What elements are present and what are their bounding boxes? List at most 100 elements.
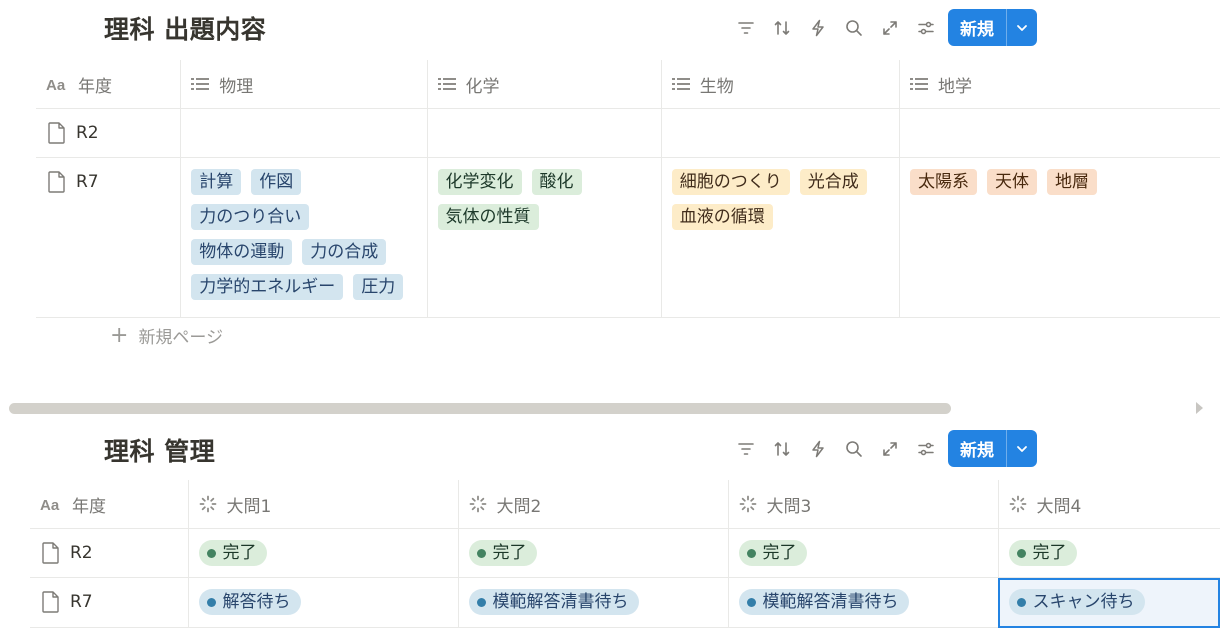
biology-cell[interactable]: 細胞のつくり 光合成 血液の循環 [660, 157, 900, 318]
lightning-icon[interactable] [800, 431, 836, 467]
tag-list: 太陽系 天体 地層 [909, 169, 1210, 204]
table-row[interactable]: R2 完了 完了 完了 完了 [30, 528, 1220, 578]
earth-cell[interactable]: 太陽系 天体 地層 [898, 157, 1220, 318]
status-cell-q2[interactable]: 模範解答清書待ち [457, 577, 728, 628]
new-button[interactable]: 新規 [948, 9, 1037, 46]
search-icon[interactable] [836, 10, 872, 46]
scroll-right-arrow-icon[interactable] [1196, 402, 1203, 414]
tag-list: 細胞のつくり 光合成 血液の循環 [671, 169, 889, 239]
status-badge: 完了 [1008, 540, 1077, 566]
row-title[interactable]: R7 [70, 592, 93, 612]
management-table: Aa 年度 大問1 大問2 大問3 大問4 R2 完了 完了 完了 完了 R7 … [30, 480, 1220, 628]
column-header-q4[interactable]: 大問4 [997, 480, 1220, 529]
page-icon [48, 171, 66, 193]
tag: 細胞のつくり [671, 169, 790, 195]
column-header-year[interactable]: Aa 年度 [30, 480, 188, 529]
row-title[interactable]: R2 [70, 543, 93, 563]
row-title-cell[interactable]: R2 [30, 528, 188, 578]
column-header-q1[interactable]: 大問1 [187, 480, 458, 529]
status-badge: 解答待ち [198, 589, 301, 615]
status-dot-icon [476, 597, 486, 607]
earth-cell[interactable] [898, 108, 1220, 158]
settings-sliders-icon[interactable] [908, 431, 944, 467]
aa-text-icon: Aa [40, 497, 62, 511]
search-icon[interactable] [836, 431, 872, 467]
row-title-cell[interactable]: R7 [30, 577, 188, 628]
column-header-earth[interactable]: 地学 [898, 60, 1220, 109]
tag: 太陽系 [909, 169, 977, 195]
list-icon [191, 76, 210, 92]
settings-sliders-icon[interactable] [908, 10, 944, 46]
column-label: 大問2 [496, 496, 542, 517]
biology-cell[interactable] [660, 108, 900, 158]
row-title-cell[interactable]: R2 [36, 108, 181, 158]
sort-icon[interactable] [764, 431, 800, 467]
column-header-biology[interactable]: 生物 [660, 60, 900, 109]
table-row[interactable]: R7 解答待ち 模範解答清書待ち 模範解答清書待ち スキャン待ち [30, 577, 1220, 628]
sort-icon[interactable] [764, 10, 800, 46]
table-row[interactable]: R2 [36, 108, 1220, 158]
status-badge: 完了 [468, 540, 537, 566]
tag: 酸化 [531, 169, 582, 195]
column-header-q2[interactable]: 大問2 [457, 480, 728, 529]
status-cell-q1[interactable]: 解答待ち [187, 577, 458, 628]
column-label: 大問3 [766, 496, 812, 517]
chemistry-cell[interactable] [426, 108, 662, 158]
filter-icon[interactable] [728, 431, 764, 467]
database-title[interactable]: 理科 出題内容 [104, 10, 266, 46]
status-label: 完了 [222, 543, 257, 563]
status-cell-q4[interactable]: スキャン待ち [997, 577, 1220, 628]
column-header-q3[interactable]: 大問3 [727, 480, 998, 529]
row-title-cell[interactable]: R7 [36, 157, 181, 318]
status-dot-icon [206, 548, 216, 558]
table-header-row: Aa 年度 大問1 大問2 大問3 大問4 [30, 480, 1220, 529]
expand-icon[interactable] [872, 431, 908, 467]
tag: 作図 [251, 169, 302, 195]
status-cell-q1[interactable]: 完了 [187, 528, 458, 578]
tag-list: 計算 作図 力のつり合い 物体の運動 力の合成 力学的エネルギー 圧力 [191, 169, 416, 309]
new-button-label[interactable]: 新規 [948, 430, 1006, 467]
row-title[interactable]: R2 [76, 123, 99, 143]
column-label: 年度 [72, 496, 106, 517]
chevron-down-icon[interactable] [1006, 430, 1037, 467]
tag: 物体の運動 [191, 239, 293, 265]
chemistry-cell[interactable]: 化学変化 酸化 気体の性質 [426, 157, 662, 318]
physics-cell[interactable] [180, 108, 427, 158]
column-header-year[interactable]: Aa 年度 [36, 60, 181, 109]
column-header-chemistry[interactable]: 化学 [426, 60, 662, 109]
lightning-icon[interactable] [800, 10, 836, 46]
database-science-management: 理科 管理 新規 Aa 年度 大問1 大問2 大問3 大問4 R2 完了 完了 … [0, 418, 1220, 639]
new-button[interactable]: 新規 [948, 430, 1037, 467]
svg-text:Aa: Aa [46, 77, 66, 91]
chevron-down-icon[interactable] [1006, 9, 1037, 46]
table-row[interactable]: R7 計算 作図 力のつり合い 物体の運動 力の合成 力学的エネルギー 圧力 化… [36, 157, 1220, 318]
status-cell-q3[interactable]: 完了 [727, 528, 998, 578]
column-label: 大問4 [1036, 496, 1082, 517]
status-cell-q3[interactable]: 模範解答清書待ち [727, 577, 998, 628]
tag: 地層 [1046, 169, 1097, 195]
column-label: 年度 [78, 76, 112, 97]
column-header-physics[interactable]: 物理 [180, 60, 427, 109]
tag: 計算 [191, 169, 242, 195]
horizontal-scrollbar[interactable] [9, 403, 951, 414]
expand-icon[interactable] [872, 10, 908, 46]
tag: 化学変化 [437, 169, 522, 195]
status-dot-icon [1016, 597, 1026, 607]
status-spinner-icon [739, 495, 757, 513]
status-dot-icon [746, 597, 756, 607]
database-title[interactable]: 理科 管理 [104, 432, 215, 468]
row-title[interactable]: R7 [76, 172, 99, 192]
list-icon [437, 76, 456, 92]
add-new-page-button[interactable]: + 新規ページ [110, 323, 223, 348]
physics-cell[interactable]: 計算 作図 力のつり合い 物体の運動 力の合成 力学的エネルギー 圧力 [180, 157, 427, 318]
status-label: 模範解答清書待ち [492, 592, 629, 612]
new-button-label[interactable]: 新規 [948, 9, 1006, 46]
status-badge: スキャン待ち [1008, 589, 1145, 615]
status-cell-q4[interactable]: 完了 [997, 528, 1220, 578]
status-label: 解答待ち [222, 592, 291, 612]
column-label: 生物 [699, 76, 734, 97]
status-dot-icon [206, 597, 216, 607]
filter-icon[interactable] [728, 10, 764, 46]
status-dot-icon [746, 548, 756, 558]
status-cell-q2[interactable]: 完了 [457, 528, 728, 578]
